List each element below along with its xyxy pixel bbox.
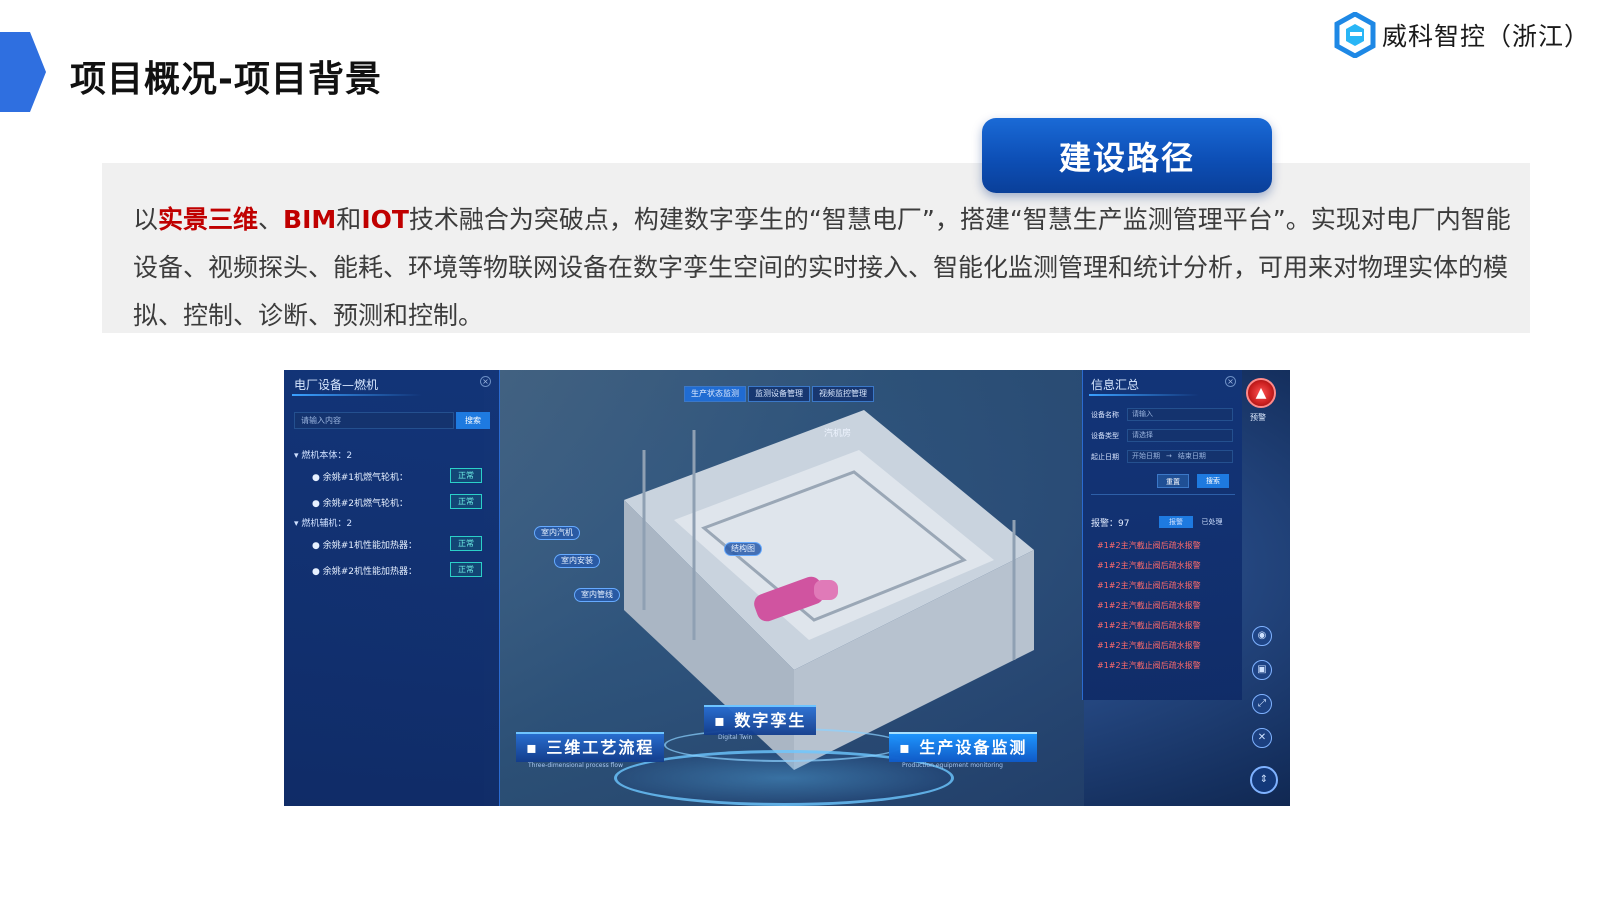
- status-badge: 正常: [450, 536, 482, 551]
- reset-view-icon[interactable]: ✕: [1252, 728, 1272, 748]
- warning-alert-icon[interactable]: ▲: [1246, 378, 1276, 408]
- right-panel-close-icon[interactable]: ×: [1225, 376, 1236, 387]
- alarm-item[interactable]: #1#2主汽截止阀后疏水报警: [1097, 540, 1201, 551]
- flow-digital-twin-button[interactable]: ▪ 数字孪生: [704, 705, 817, 735]
- layer-toggle-icon[interactable]: ◉: [1252, 626, 1272, 646]
- device-name-label: 设备名称: [1091, 411, 1119, 419]
- top-tab-bar: 生产状态监测 监测设备管理 视频监控管理: [684, 386, 874, 402]
- right-panel-divider: [1091, 494, 1235, 495]
- right-info-panel: 信息汇总 × 设备名称 请输入 设备类型 请选择 起止日期 开始日期 → 结束日…: [1082, 370, 1242, 700]
- left-panel-close-icon[interactable]: ×: [480, 376, 491, 387]
- fullscreen-icon[interactable]: ⤢: [1252, 694, 1272, 714]
- tree-group-gas-turbine[interactable]: ▾ 燃机本体：2: [294, 448, 352, 461]
- right-panel-title: 信息汇总: [1091, 378, 1140, 392]
- alarm-item[interactable]: #1#2主汽截止阀后疏水报警: [1097, 600, 1201, 611]
- flow-3d-process-subtitle: Three-dimensional process flow: [528, 762, 624, 769]
- date-end: 结束日期: [1177, 452, 1206, 460]
- alarm-item[interactable]: #1#2主汽截止阀后疏水报警: [1097, 640, 1201, 651]
- tab-handled[interactable]: 已处理: [1195, 516, 1229, 528]
- tab-production-status[interactable]: 生产状态监测: [684, 386, 746, 402]
- brand-name: 威科智控（浙江）: [1381, 22, 1590, 51]
- page-title: 项目概况-项目背景: [70, 59, 382, 100]
- lock-icon[interactable]: ▣: [1252, 660, 1272, 680]
- tree-group-auxiliary[interactable]: ▾ 燃机辅机：2: [294, 516, 352, 529]
- brand-logo-icon: [1334, 12, 1376, 58]
- flow-production-monitor-subtitle: Production equipment monitoring: [902, 762, 1003, 769]
- device-type-label: 设备类型: [1091, 432, 1119, 440]
- scene-label-indoor-steam[interactable]: 室内汽机: [534, 526, 580, 540]
- alarm-item[interactable]: #1#2主汽截止阀后疏水报警: [1097, 660, 1201, 671]
- tree-item[interactable]: ● 余姚#1机性能加热器：: [312, 538, 417, 551]
- scene-label-turbine-room: 汽机房: [824, 429, 852, 439]
- device-search-input[interactable]: 请输入内容: [294, 412, 454, 429]
- device-type-select[interactable]: 请选择: [1127, 429, 1233, 442]
- flow-digital-twin-subtitle: Digital Twin: [718, 734, 753, 741]
- date-arrow: →: [1166, 452, 1172, 460]
- alarm-item[interactable]: #1#2主汽截止阀后疏水报警: [1097, 620, 1201, 631]
- status-badge: 正常: [450, 468, 482, 483]
- flow-3d-process-button[interactable]: ▪ 三维工艺流程: [516, 732, 665, 762]
- right-panel-underline: [1089, 394, 1199, 396]
- highlight-realscene: 实景三维: [158, 205, 259, 234]
- header-arrow-decoration: [0, 32, 46, 112]
- alarm-item[interactable]: #1#2主汽截止阀后疏水报警: [1097, 560, 1201, 571]
- date-range-label: 起止日期: [1091, 453, 1119, 461]
- tab-alarm[interactable]: 报警: [1159, 516, 1193, 528]
- alarm-count: 报警：97: [1091, 519, 1130, 529]
- left-device-panel: 电厂设备—燃机 × 请输入内容 搜索 ▾ 燃机本体：2 ● 余姚#1机燃气轮机：…: [284, 370, 500, 806]
- info-search-button[interactable]: 搜索: [1197, 474, 1229, 488]
- status-badge: 正常: [450, 562, 482, 577]
- date-start: 开始日期: [1132, 452, 1160, 460]
- highlight-bim: BIM: [283, 205, 337, 234]
- tree-item[interactable]: ● 余姚#1机燃气轮机：: [312, 470, 408, 483]
- alarm-item[interactable]: #1#2主汽截止阀后疏水报警: [1097, 580, 1201, 591]
- device-search-button[interactable]: 搜索: [456, 412, 490, 429]
- brand: 威科智控（浙江）: [1334, 10, 1590, 60]
- scene-label-indoor-install[interactable]: 室内安装: [554, 554, 600, 568]
- left-panel-underline: [292, 394, 422, 396]
- flow-production-monitor-button[interactable]: ▪ 生产设备监测: [889, 732, 1038, 762]
- build-path-badge: 建设路径: [982, 118, 1272, 193]
- power-plant-3d-model: [624, 410, 1034, 770]
- reset-button[interactable]: 重置: [1157, 474, 1189, 488]
- date-range-picker[interactable]: 开始日期 → 结束日期: [1127, 450, 1233, 463]
- compass-icon[interactable]: ⇕: [1250, 766, 1278, 794]
- scene-label-structure[interactable]: 结构图: [724, 542, 762, 556]
- highlight-iot: IOT: [361, 205, 409, 234]
- device-name-input[interactable]: 请输入: [1127, 408, 1233, 421]
- scene-label-indoor-pipe[interactable]: 室内管线: [574, 588, 620, 602]
- warning-alert-label: 预警: [1250, 413, 1266, 422]
- left-panel-title: 电厂设备—燃机: [294, 378, 379, 392]
- tree-item[interactable]: ● 余姚#2机性能加热器：: [312, 564, 417, 577]
- status-badge: 正常: [450, 494, 482, 509]
- tab-video-monitor[interactable]: 视频监控管理: [812, 386, 874, 402]
- tab-monitor-devices[interactable]: 监测设备管理: [748, 386, 810, 402]
- intro-paragraph: 以实景三维、BIM和IOT技术融合为突破点，构建数字孪生的“智慧电厂”，搭建“智…: [133, 205, 1511, 330]
- tree-item[interactable]: ● 余姚#2机燃气轮机：: [312, 496, 408, 509]
- platform-screenshot: 生产状态监测 监测设备管理 视频监控管理 汽机房 室内汽机 室内安装 室内管线 …: [284, 370, 1290, 806]
